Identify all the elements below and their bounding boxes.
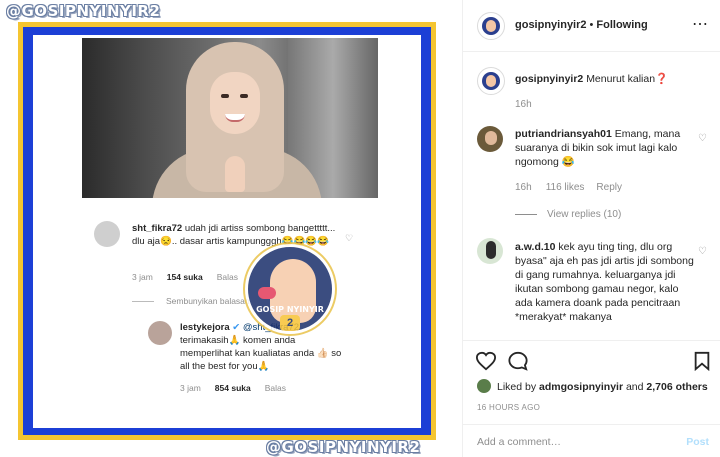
screenshot-comment-1: sht_fikra72 udah jdi artiss sombong bang… (132, 223, 336, 247)
comment-avatar-1[interactable] (477, 126, 503, 152)
comment-1-reply-button[interactable]: Reply (596, 182, 622, 193)
post-media[interactable]: @GOSIPNYINYIR2 sht_fikra72 udah jdi arti… (0, 0, 462, 457)
more-options-icon[interactable]: ⋯ (692, 14, 709, 34)
add-comment-bar: Add a comment… Post (463, 424, 720, 457)
screenshot-avatar-2 (148, 321, 172, 345)
comment-2: a.w.d.10 kek ayu ting ting, dlu org byas… (515, 240, 695, 324)
caption-text: Menurut kalian❓ (586, 73, 669, 85)
comments-list[interactable]: gosipnyinyir2 Menurut kalian❓ 16h putria… (463, 53, 720, 340)
post-timestamp[interactable]: 16 HOURS AGO (477, 403, 540, 412)
liker-username[interactable]: admgosipnyinyir (539, 381, 623, 393)
post-header: gosipnyinyir2 • Following ⋯ (463, 0, 720, 52)
media-inner: sht_fikra72 udah jdi artiss sombong bang… (33, 35, 421, 428)
screenshot-reply: lestykejora ✔ @sht_fikra72 terimakasih🙏 … (180, 322, 342, 372)
like-heart-icon[interactable] (475, 351, 497, 371)
comment-1-likes[interactable]: 116 likes (546, 182, 585, 193)
post-side-panel: gosipnyinyir2 • Following ⋯ gosipnyinyir2 … (462, 0, 720, 457)
screenshot-heart-icon-1: ♡ (345, 233, 354, 243)
comment-2-like-icon[interactable]: ♡ (698, 246, 707, 257)
likes-summary: Liked by admgosipnyinyir and 2,706 other… (497, 381, 708, 393)
comment-1-username[interactable]: putriandriansyah01 (515, 128, 612, 140)
comment-1-meta: 16h 116 likes Reply (515, 182, 622, 193)
screenshot-meta-1: 3 jam 154 suka Balas (132, 272, 238, 282)
comment-1: putriandriansyah01 Emang, mana suaranya … (515, 127, 695, 169)
following-button[interactable]: Following (596, 19, 647, 31)
comment-avatar-2[interactable] (477, 238, 503, 264)
comment-2-username[interactable]: a.w.d.10 (515, 241, 555, 253)
comment-1-like-icon[interactable]: ♡ (698, 133, 707, 144)
comment-screenshot: sht_fikra72 udah jdi artiss sombong bang… (82, 205, 378, 423)
author-avatar[interactable] (477, 12, 505, 40)
gosipnyinyir-logo: GOSIP NYINYIR 2 (245, 244, 335, 334)
celebrity-photo (82, 38, 378, 198)
caption-avatar[interactable] (477, 67, 505, 95)
watermark-bottom: @GOSIPNYINYIR2 (266, 438, 421, 456)
likes-count[interactable]: 2,706 others (646, 381, 707, 393)
comment-bubble-icon[interactable] (507, 351, 529, 371)
action-bar (463, 340, 720, 380)
bookmark-icon[interactable] (693, 351, 711, 371)
watermark-top: @GOSIPNYINYIR2 (6, 2, 161, 20)
author-header: gosipnyinyir2 • Following (515, 19, 648, 31)
caption: gosipnyinyir2 Menurut kalian❓ (515, 72, 709, 86)
liker-avatar[interactable] (477, 379, 491, 393)
view-replies-button[interactable]: View replies (10) (547, 209, 621, 220)
post-button[interactable]: Post (686, 436, 709, 448)
comment-2-text: kek ayu ting ting, dlu org byasa" aja eh… (515, 241, 694, 323)
add-comment-input[interactable]: Add a comment… (477, 436, 561, 448)
caption-username[interactable]: gosipnyinyir2 (515, 73, 583, 85)
screenshot-avatar-1 (94, 221, 120, 247)
caption-time: 16h (515, 99, 532, 110)
screenshot-meta-2: 3 jam 854 suka Balas (180, 383, 286, 393)
screenshot-hide-replies: Sembunyikan balasan (166, 296, 250, 306)
author-username[interactable]: gosipnyinyir2 (515, 19, 587, 31)
instagram-post-window: @GOSIPNYINYIR2 sht_fikra72 udah jdi arti… (0, 0, 720, 457)
